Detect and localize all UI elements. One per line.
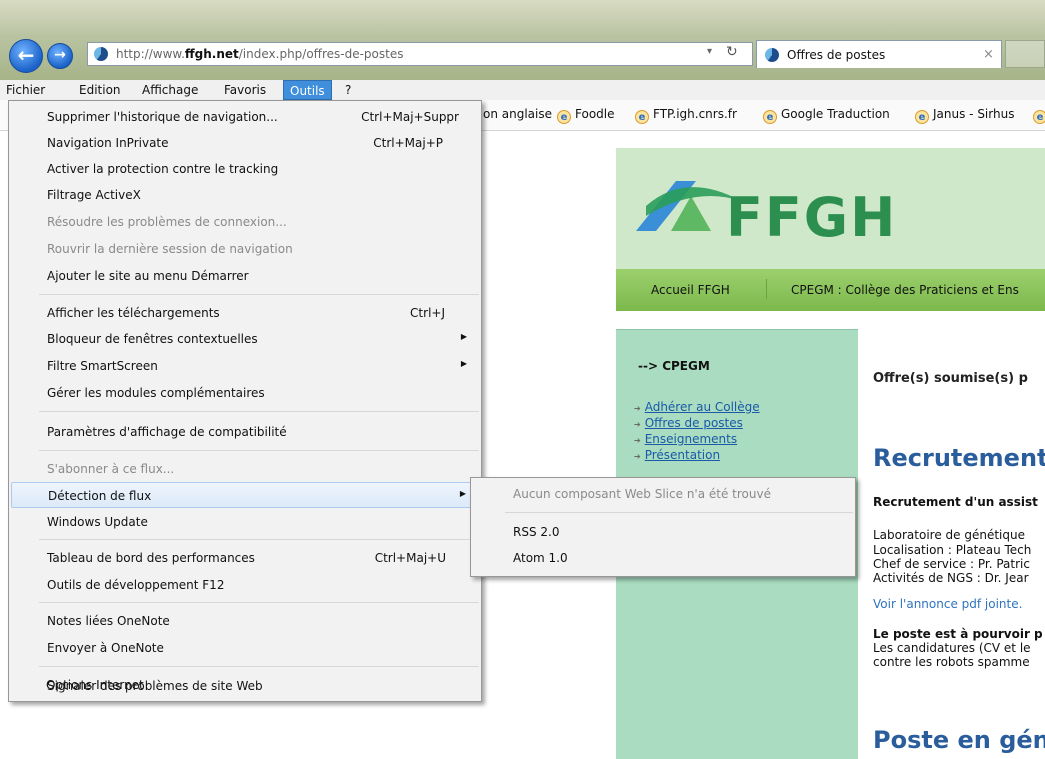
favorite-ftp[interactable]: e FTP.igh.cnrs.fr — [635, 107, 737, 124]
menu-item-envoyer-onenote[interactable]: Envoyer à OneNote — [11, 635, 479, 661]
nav-accueil-ffgh[interactable]: Accueil FFGH — [651, 283, 730, 297]
menu-item-ajouter-demarrer[interactable]: Ajouter le site au menu Démarrer — [11, 263, 479, 289]
menu-separator — [39, 411, 479, 412]
tab-site-icon — [765, 48, 779, 62]
menu-affichage[interactable]: Affichage — [136, 80, 204, 100]
content-bold-line: Le poste est à pourvoir p — [873, 627, 1043, 641]
content-text-2: contre les robots spamme — [873, 655, 1030, 669]
menu-edition[interactable]: Edition — [73, 80, 127, 100]
menu-item-abonner-flux: S'abonner à ce flux... — [47, 462, 175, 476]
site-content: Offre(s) soumise(s) p Recrutement Recrut… — [858, 329, 1045, 758]
ie-page-icon: e — [1033, 110, 1045, 124]
content-detail-chef: Chef de service : Pr. Patric — [873, 557, 1030, 571]
site-logo-text: FFGH — [726, 186, 898, 249]
nav-cpegm[interactable]: CPEGM : Collège des Praticiens et Ens — [791, 283, 1019, 297]
favorite-foodle[interactable]: e Foodle — [557, 107, 615, 124]
favorite-janus[interactable]: e Janus - Sirhus — [915, 107, 1014, 124]
menu-separator — [39, 602, 479, 603]
address-bar[interactable]: http://www.ffgh.net/index.php/offres-de-… — [87, 42, 753, 66]
submenu-arrow-icon: ▶ — [460, 359, 467, 368]
back-arrow-icon[interactable]: ← — [9, 39, 43, 73]
forward-arrow-icon[interactable]: → — [47, 43, 73, 69]
content-heading-2: Poste en gén — [873, 726, 1045, 754]
favorite-google-traduction[interactable]: e Google Traduction — [763, 107, 890, 124]
browser-titlebar: ← → http://www.ffgh.net/index.php/offres… — [0, 0, 1045, 80]
sidebar-link-offres[interactable]: ➔ Offres de postes — [634, 416, 743, 430]
nav-separator — [766, 279, 767, 299]
menu-separator — [39, 294, 479, 295]
menu-item-activex[interactable]: Filtrage ActiveX — [11, 182, 479, 208]
menu-fichier[interactable]: Fichier — [0, 80, 51, 100]
content-pdf-link[interactable]: Voir l'annonce pdf jointe. — [873, 597, 1022, 612]
site-icon — [94, 47, 108, 61]
menu-item-modules[interactable]: Gérer les modules complémentaires — [11, 380, 479, 406]
menu-item-bloqueur[interactable]: Bloqueur de fenêtres contextuelles ▶ — [11, 326, 479, 352]
menu-separator — [39, 450, 479, 451]
content-detail-ngs: Activités de NGS : Dr. Jear — [873, 571, 1029, 585]
content-detail-lab: Laboratoire de génétique — [873, 528, 1025, 542]
ie-page-icon: e — [763, 110, 777, 124]
menu-item-notes-onenote[interactable]: Notes liées OneNote — [11, 608, 479, 634]
menu-favoris[interactable]: Favoris — [218, 80, 272, 100]
ie-page-icon: e — [557, 110, 571, 124]
site-banner: FFGH — [616, 148, 1045, 269]
sidebar-link-adherer[interactable]: ➔ Adhérer au Collège — [634, 400, 760, 414]
refresh-icon[interactable]: ↻ — [726, 44, 738, 60]
address-dropdown-icon[interactable]: ▾ — [707, 46, 712, 57]
ie-page-icon: e — [915, 110, 929, 124]
content-subheading: Recrutement d'un assist — [873, 495, 1038, 509]
submenu-arrow-icon: ▶ — [459, 489, 466, 498]
sidebar-title: --> CPEGM — [638, 359, 710, 373]
new-tab-button[interactable] — [1005, 40, 1045, 68]
feed-submenu: Aucun composant Web Slice n'a été trouvé… — [470, 477, 856, 577]
submenu-no-webslice: Aucun composant Web Slice n'a été trouvé — [513, 487, 771, 501]
content-intro: Offre(s) soumise(s) p — [873, 371, 1028, 386]
bullet-icon: ➔ — [634, 420, 641, 429]
tab-offres-de-postes[interactable]: Offres de postes × — [756, 40, 1002, 68]
favorite-more[interactable]: e — [1033, 107, 1045, 124]
submenu-atom[interactable]: Atom 1.0 — [473, 545, 853, 571]
menu-bar: Fichier Edition Affichage Favoris Outils… — [0, 80, 1045, 100]
menu-separator — [39, 539, 479, 540]
menu-item-windows-update[interactable]: Windows Update — [11, 509, 479, 535]
tab-close-icon[interactable]: × — [983, 47, 994, 62]
tools-menu: Supprimer l'historique de navigation... C… — [8, 100, 482, 702]
menu-separator — [39, 666, 479, 667]
submenu-rss[interactable]: RSS 2.0 — [473, 519, 853, 545]
menu-item-options-internet[interactable]: Options Internet — [10, 672, 478, 698]
menu-item-detection-flux[interactable]: Détection de flux ▶ — [11, 482, 479, 508]
url-text[interactable]: http://www.ffgh.net/index.php/offres-de-… — [116, 47, 403, 61]
tab-title: Offres de postes — [787, 48, 886, 62]
site-nav: Accueil FFGH CPEGM : Collège des Pratici… — [616, 269, 1045, 311]
bullet-icon: ➔ — [634, 452, 641, 461]
menu-item-telechargements[interactable]: Afficher les téléchargements Ctrl+J — [11, 300, 479, 326]
favorite-anglaise[interactable]: on anglaise — [483, 107, 552, 121]
menu-item-smartscreen[interactable]: Filtre SmartScreen ▶ — [11, 353, 479, 379]
menu-item-rouvrir-session: Rouvrir la dernière session de navigatio… — [47, 242, 293, 256]
menu-item-performances[interactable]: Tableau de bord des performances Ctrl+Maj… — [11, 545, 479, 571]
bullet-icon: ➔ — [634, 436, 641, 445]
submenu-arrow-icon: ▶ — [460, 332, 467, 341]
menu-item-f12[interactable]: Outils de développement F12 — [11, 572, 479, 598]
sidebar-link-enseignements[interactable]: ➔ Enseignements — [634, 432, 737, 446]
menu-item-supprimer-historique[interactable]: Supprimer l'historique de navigation... C… — [11, 104, 479, 130]
menu-item-resoudre: Résoudre les problèmes de connexion... — [47, 215, 287, 229]
menu-item-tracking[interactable]: Activer la protection contre le tracking — [11, 156, 479, 182]
bullet-icon: ➔ — [634, 404, 641, 413]
sidebar-link-presentation[interactable]: ➔ Présentation — [634, 448, 720, 462]
content-heading: Recrutement — [873, 444, 1045, 472]
menu-outils[interactable]: Outils — [283, 80, 332, 100]
content-detail-localisation: Localisation : Plateau Tech — [873, 543, 1032, 557]
menu-item-compatibilite[interactable]: Paramètres d'affichage de compatibilité — [11, 419, 479, 445]
menu-separator — [505, 512, 853, 513]
ie-page-icon: e — [635, 110, 649, 124]
menu-help[interactable]: ? — [339, 80, 357, 100]
menu-item-inprivate[interactable]: Navigation InPrivate Ctrl+Maj+P — [11, 130, 479, 156]
content-text-1: Les candidatures (CV et le — [873, 641, 1031, 655]
